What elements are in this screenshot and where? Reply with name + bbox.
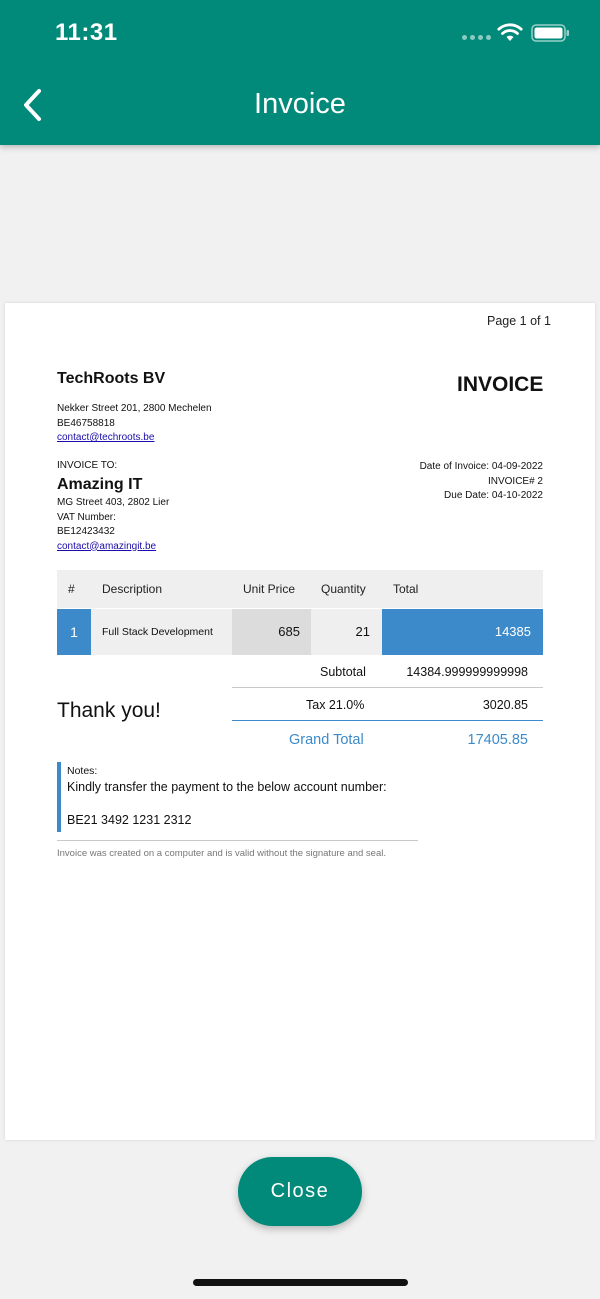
thank-you-text: Thank you! (57, 699, 161, 722)
invoice-due-date: Due Date: 04-10-2022 (444, 490, 543, 501)
battery-icon (531, 24, 569, 42)
subtotal-value: 14384.999999999998 (406, 665, 528, 679)
company-vat: BE46758818 (57, 417, 115, 429)
client-name: Amazing IT (57, 476, 143, 493)
grand-total-label: Grand Total (289, 732, 364, 748)
company-address: Nekker Street 201, 2800 Mechelen (57, 403, 212, 414)
divider (232, 720, 543, 721)
invoice-heading: INVOICE (457, 373, 544, 396)
footer-note: Invoice was created on a computer and is… (57, 848, 386, 859)
row-quantity: 21 (311, 609, 382, 655)
items-table-header: # Description Unit Price Quantity Total (57, 570, 543, 608)
col-total-header: Total (393, 582, 419, 596)
cellular-signal-icon (462, 35, 491, 40)
client-details: MG Street 403, 2802 Lier VAT Number: BE1… (57, 496, 169, 554)
home-indicator[interactable] (193, 1279, 408, 1286)
divider (57, 840, 418, 841)
invoice-date: Date of Invoice: 04-09-2022 (419, 461, 543, 472)
client-vat-label: VAT Number: (57, 511, 116, 523)
col-quantity-header: Quantity (321, 582, 366, 596)
col-num-header: # (68, 582, 75, 596)
notes-text: Kindly transfer the payment to the below… (67, 780, 387, 794)
page-title: Invoice (254, 88, 346, 120)
row-unit-price: 685 (232, 609, 311, 655)
subtotal-label: Subtotal (320, 665, 366, 679)
company-details: Nekker Street 201, 2800 Mechelen BE46758… (57, 402, 212, 446)
row-num: 1 (57, 609, 91, 655)
notes-block: Notes: Kindly transfer the payment to th… (57, 762, 417, 832)
table-row: 1 Full Stack Development 685 21 14385 (57, 609, 543, 655)
row-total: 14385 (382, 609, 543, 655)
invoice-to-label: INVOICE TO: (57, 460, 118, 471)
client-vat: BE12423432 (57, 526, 115, 537)
col-description-header: Description (102, 582, 163, 596)
notes-label: Notes: (67, 765, 98, 777)
col-unit-price-header: Unit Price (243, 582, 296, 596)
invoice-meta: Date of Invoice: 04-09-2022 INVOICE# 2 D… (420, 460, 543, 504)
account-number: BE21 3492 1231 2312 (67, 813, 192, 827)
invoice-document: Page 1 of 1 TechRoots BV INVOICE Nekker … (5, 303, 595, 1140)
invoice-number: INVOICE# 2 (487, 475, 543, 487)
tax-label: Tax 21.0% (306, 698, 365, 712)
grand-total-value: 17405.85 (467, 732, 528, 748)
app-header: 11:31 Invoice (0, 0, 600, 145)
wifi-icon (497, 23, 523, 41)
tax-value: 3020.85 (482, 698, 528, 712)
divider (232, 687, 543, 688)
company-name: TechRoots BV (57, 370, 166, 387)
client-email-link[interactable]: contact@amazingit.be (57, 540, 169, 555)
row-description: Full Stack Development (91, 609, 232, 655)
client-address: MG Street 403, 2802 Lier (57, 497, 170, 508)
close-button[interactable]: Close (238, 1157, 362, 1226)
page-number: Page 1 of 1 (487, 314, 551, 328)
status-time: 11:31 (55, 19, 118, 46)
company-email-link[interactable]: contact@techroots.be (57, 431, 212, 446)
